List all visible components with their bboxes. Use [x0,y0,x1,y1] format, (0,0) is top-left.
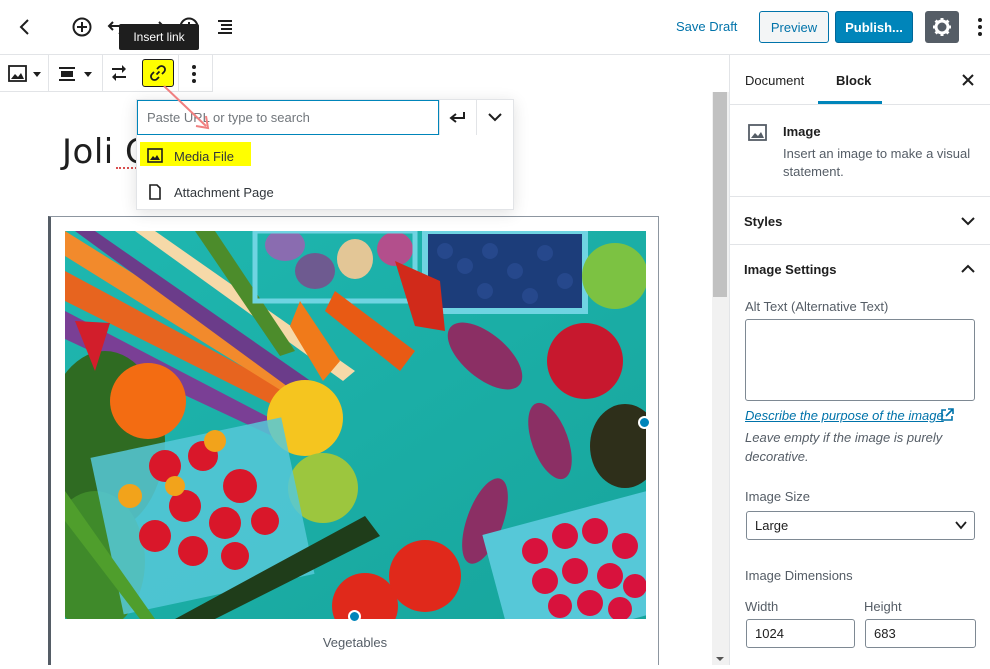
suggestion-media-file[interactable]: Media File [137,138,513,174]
image-icon [8,65,27,82]
block-card-description: Insert an image to make a visual stateme… [783,146,971,179]
image-caption[interactable]: Vegetables [300,635,410,650]
image-icon [147,148,163,163]
settings-button[interactable] [925,11,959,43]
alt-text-help: Leave empty if the image is purely decor… [745,430,943,464]
block-card-title: Image [783,124,821,139]
tab-document[interactable]: Document [745,73,804,88]
image-block[interactable] [48,216,659,665]
replace-image-button[interactable] [110,64,130,84]
back-icon[interactable] [12,14,38,40]
publish-button[interactable]: Publish... [835,11,913,43]
resize-handle-bottom[interactable] [348,610,361,623]
close-icon[interactable] [958,70,978,90]
chevron-down-icon [33,72,41,77]
vegetables-image [65,231,646,619]
page-icon [149,184,161,200]
submit-link-button[interactable] [439,100,475,135]
alt-text-help-link[interactable]: Describe the purpose of the image [745,408,944,423]
chevron-down-icon [955,521,967,530]
gear-icon [933,18,951,36]
replace-icon [112,65,126,81]
chevron-down-icon[interactable] [960,213,976,229]
panel-styles-title[interactable]: Styles [744,214,782,229]
width-input[interactable]: 1024 [746,619,855,648]
height-input[interactable]: 683 [865,619,976,648]
more-options-icon[interactable] [970,15,990,39]
scrollbar-thumb[interactable] [713,92,727,297]
image-size-select[interactable]: Large [746,511,975,540]
scroll-down-icon[interactable] [715,651,725,661]
tab-block[interactable]: Block [836,73,871,88]
resize-handle-right[interactable] [638,416,651,429]
suggestion-label: Media File [174,149,234,164]
preview-button[interactable]: Preview [759,11,829,43]
width-label: Width [745,599,779,614]
enter-icon [448,111,465,123]
chevron-down-icon [84,72,92,77]
active-tab-indicator [818,101,882,104]
alt-text-label: Alt Text (Alternative Text) [745,299,889,314]
panel-image-settings-title[interactable]: Image Settings [744,262,836,277]
suggestion-label: Attachment Page [174,185,274,200]
chevron-down-icon [487,113,502,122]
add-block-icon[interactable] [69,14,95,40]
image-size-label: Image Size [745,489,811,504]
chevron-up-icon[interactable] [960,261,976,277]
insert-link-tooltip: Insert link [119,24,199,50]
block-navigation-icon[interactable] [213,14,239,40]
link-icon [150,65,166,81]
annotation-arrow [163,85,210,130]
block-type-switcher[interactable] [8,63,44,85]
suggestion-attachment-page[interactable]: Attachment Page [137,174,513,210]
image-size-value: Large [755,518,789,533]
save-draft-link[interactable]: Save Draft [676,19,737,34]
image-dimensions-label: Image Dimensions [745,568,853,583]
link-settings-toggle[interactable] [476,100,512,135]
align-center-icon [59,67,75,81]
alt-text-field[interactable] [745,319,975,401]
external-link-icon[interactable] [940,408,954,422]
alignment-button[interactable] [58,63,94,85]
height-label: Height [864,599,902,614]
image-icon [748,124,767,141]
